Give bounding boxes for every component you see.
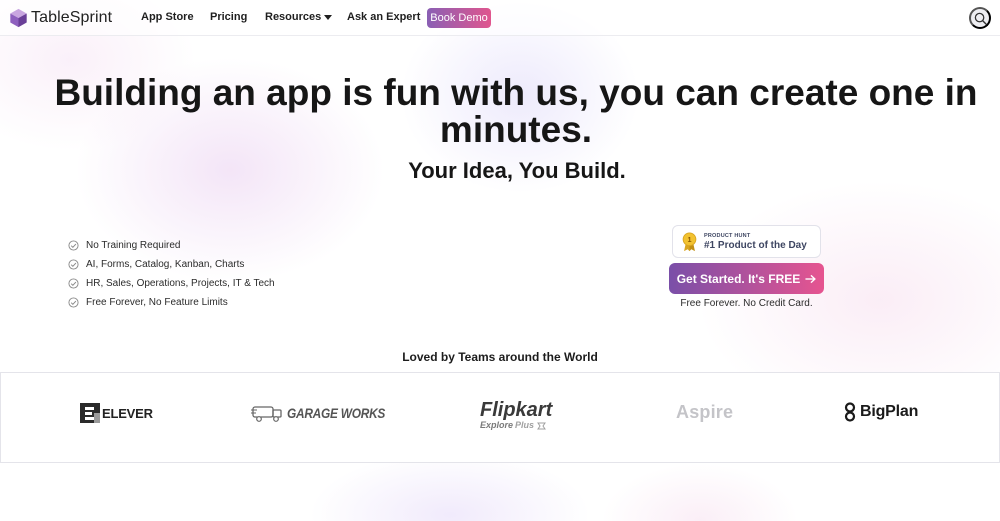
client-logo-aspire: Aspire bbox=[676, 402, 734, 422]
arrow-right-icon bbox=[805, 274, 817, 283]
client-logo-garage-works: GARAGE WORKS bbox=[251, 404, 402, 422]
medal-icon: 1 bbox=[682, 231, 697, 251]
book-demo-button[interactable]: Book Demo bbox=[427, 8, 491, 28]
feature-item: No Training Required bbox=[68, 236, 275, 255]
check-circle-icon bbox=[68, 297, 79, 308]
feature-text: AI, Forms, Catalog, Kanban, Charts bbox=[86, 259, 245, 270]
client-logo-flipkart: Flipkart Explore Plus bbox=[480, 400, 552, 431]
top-nav: TableSprint App Store Pricing Resources … bbox=[0, 0, 1000, 36]
elever-mark-icon bbox=[80, 403, 100, 423]
feature-list: No Training Required AI, Forms, Catalog,… bbox=[68, 236, 275, 312]
flipkart-plus: Plus bbox=[515, 420, 535, 430]
check-circle-icon bbox=[68, 259, 79, 270]
brand-name: TableSprint bbox=[31, 9, 113, 26]
nav-resources[interactable]: Resources bbox=[265, 11, 333, 23]
get-started-label: Get Started. It's FREE bbox=[676, 271, 801, 286]
feature-item: HR, Sales, Operations, Projects, IT & Te… bbox=[68, 274, 275, 293]
client-logo-bigplan: BigPlan bbox=[844, 402, 918, 422]
bigplan-wordmark: BigPlan bbox=[860, 403, 919, 420]
nav-resources-label: Resources bbox=[265, 11, 322, 23]
feature-text: HR, Sales, Operations, Projects, IT & Te… bbox=[86, 278, 275, 289]
nav-ask-expert[interactable]: Ask an Expert bbox=[347, 11, 420, 23]
get-started-button[interactable]: Get Started. It's FREE bbox=[669, 263, 824, 294]
svg-text:1: 1 bbox=[687, 235, 691, 244]
feature-item: AI, Forms, Catalog, Kanban, Charts bbox=[68, 255, 275, 274]
check-circle-icon bbox=[68, 278, 79, 289]
brand-logo[interactable]: TableSprint bbox=[9, 8, 112, 28]
feature-text: Free Forever, No Feature Limits bbox=[86, 297, 228, 308]
plus-mark-icon bbox=[537, 422, 546, 429]
product-hunt-badge[interactable]: 1 PRODUCT HUNT #1 Product of the Day bbox=[672, 225, 821, 258]
hero-headline: Building an app is fun with us, you can … bbox=[54, 72, 978, 150]
product-hunt-text: PRODUCT HUNT #1 Product of the Day bbox=[704, 233, 807, 251]
search-icon bbox=[974, 12, 987, 25]
clients-heading: Loved by Teams around the World bbox=[402, 350, 598, 364]
feature-text: No Training Required bbox=[86, 240, 181, 251]
nav-app-store[interactable]: App Store bbox=[141, 11, 194, 23]
feature-item: Free Forever, No Feature Limits bbox=[68, 293, 275, 312]
client-logo-elever: ELEVER bbox=[80, 403, 153, 423]
cube-logo-icon bbox=[10, 8, 27, 28]
chevron-down-icon bbox=[324, 15, 333, 20]
garage-works-wordmark: GARAGE WORKS bbox=[287, 405, 386, 421]
product-hunt-label: PRODUCT HUNT bbox=[704, 232, 751, 239]
flipkart-explore: Explore bbox=[480, 420, 514, 430]
search-button[interactable] bbox=[969, 7, 991, 29]
product-hunt-title: #1 Product of the Day bbox=[704, 239, 807, 251]
cta-note: Free Forever. No Credit Card. bbox=[680, 298, 813, 309]
check-circle-icon bbox=[68, 240, 79, 251]
bigplan-mark-icon bbox=[844, 402, 856, 422]
truck-icon bbox=[251, 406, 282, 422]
nav-pricing[interactable]: Pricing bbox=[210, 11, 247, 23]
flipkart-wordmark: Flipkart bbox=[480, 399, 553, 421]
elever-wordmark: ELEVER bbox=[102, 405, 153, 421]
client-logo-strip: ELEVER GARAGE WORKS Flipkart Explore Plu… bbox=[0, 372, 1000, 463]
flipkart-tagline: Explore Plus bbox=[480, 420, 546, 431]
hero-subhead: Your Idea, You Build. bbox=[408, 158, 626, 183]
